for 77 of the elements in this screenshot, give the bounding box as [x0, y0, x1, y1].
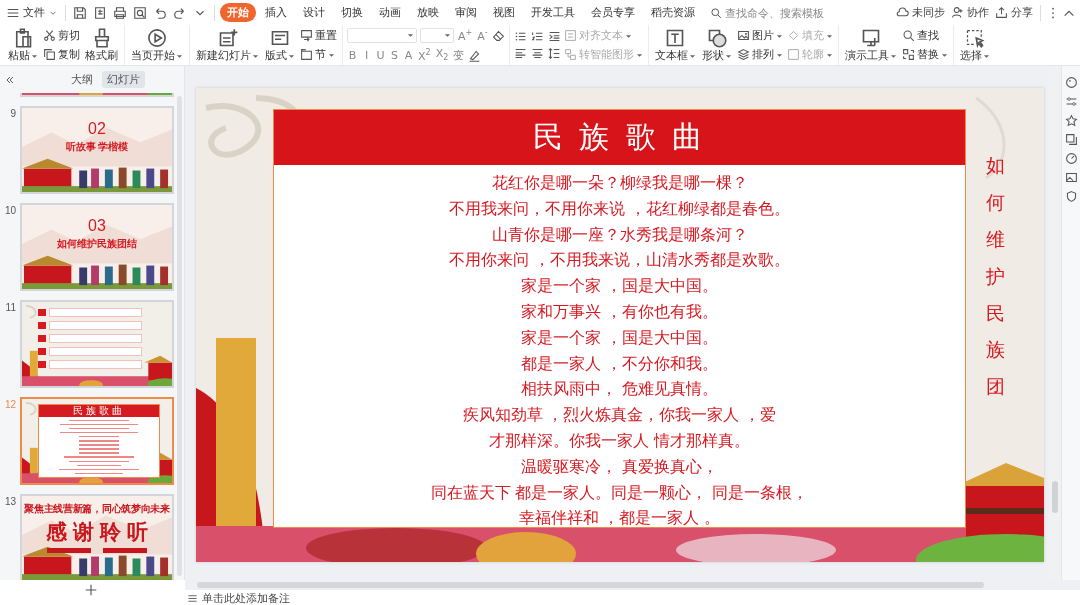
- file-menu[interactable]: 文件: [4, 3, 60, 22]
- ribbon-button[interactable]: 图片: [735, 27, 784, 44]
- ribbon-tab[interactable]: 切换: [334, 3, 370, 22]
- format-button[interactable]: U: [375, 47, 386, 63]
- slide-heading: 02: [88, 120, 106, 138]
- format-button[interactable]: B: [347, 47, 358, 63]
- account-action[interactable]: 协作: [949, 3, 991, 22]
- slide-number: 12: [3, 398, 16, 410]
- ribbon-tab[interactable]: 开发工具: [524, 3, 582, 22]
- lyric-line: 温暖驱寒冷， 真爱换真心，: [521, 456, 718, 477]
- vertical-caption: 如何维护民族团: [986, 156, 1005, 400]
- ribbon-button[interactable]: 替换: [900, 46, 949, 63]
- ribbon-button[interactable]: 新建幻灯片: [194, 26, 261, 64]
- ribbon-tab[interactable]: 放映: [410, 3, 446, 22]
- format-button[interactable]: X$_{2}$: [434, 47, 450, 63]
- panel-tab[interactable]: 幻灯片: [102, 71, 145, 88]
- ribbon-button[interactable]: 剪切: [42, 27, 81, 44]
- slide-heading: 感 谢 聆 听: [46, 519, 148, 545]
- ribbon-button[interactable]: 粘贴: [6, 26, 40, 64]
- slide-tagline: 聚焦主线营新篇，同心筑梦向未来: [24, 502, 170, 516]
- ribbon-tab[interactable]: 视图: [486, 3, 522, 22]
- ribbon-button[interactable]: 选择: [957, 26, 992, 64]
- format-button[interactable]: I: [361, 47, 372, 63]
- slide-number: 13: [3, 495, 16, 507]
- lyric-line: 不用我来问，不用你来说 ，花红柳绿都是春色。: [449, 198, 790, 219]
- ribbon-tab[interactable]: 会员专享: [584, 3, 642, 22]
- slide-title: 民 族 歌 曲: [274, 110, 965, 165]
- ribbon-button[interactable]: 复制: [42, 46, 81, 63]
- slide-subtitle: 如何维护民族团结: [57, 237, 137, 251]
- slide-subtitle: 听故事 学楷模: [65, 140, 129, 154]
- lyric-line: 家是一个家 ，国是大中国。: [521, 327, 718, 348]
- account-action[interactable]: 分享: [993, 3, 1035, 22]
- ribbon-button[interactable]: 当页开始: [129, 26, 185, 64]
- lyric-line: 同在蓝天下 都是一家人。同是一颗心， 同是一条根，: [431, 482, 808, 503]
- font-size-button[interactable]: A$^{+}$: [457, 27, 474, 43]
- slide-thumbnail[interactable]: 民族歌曲: [20, 397, 174, 485]
- lyric-line: 不用你来问 ，不用我来说，山清水秀都是欢歌。: [449, 250, 790, 271]
- lyric-line: 家和万事兴 ，有你也有我。: [521, 302, 718, 322]
- slide-thumbnail[interactable]: 03 如何维护民族团结: [20, 203, 174, 291]
- ribbon-button[interactable]: 查找: [900, 27, 949, 44]
- account-action[interactable]: 未同步: [894, 3, 947, 22]
- lyric-line: 山青你是哪一座？水秀我是哪条河？: [491, 224, 748, 245]
- format-button[interactable]: A: [403, 47, 414, 63]
- ribbon-button[interactable]: 节: [299, 46, 338, 63]
- ribbon-button[interactable]: 排列: [735, 46, 784, 63]
- slide-thumbnail[interactable]: 聚焦主线营新篇，同心筑梦向未来 感 谢 聆 听: [20, 494, 174, 580]
- lyric-line: 家是一个家 ，国是大中国。: [521, 276, 718, 297]
- slide-number: 11: [4, 301, 16, 313]
- ribbon-button[interactable]: 格式刷: [83, 26, 120, 64]
- ribbon-button[interactable]: 形状: [699, 26, 734, 64]
- font-size-button[interactable]: A$^{-}$: [476, 27, 489, 43]
- lyric-line: 花红你是哪一朵？柳绿我是哪一棵？: [491, 173, 748, 193]
- panel-tab[interactable]: 大纲: [66, 71, 98, 88]
- ribbon-tab[interactable]: 动画: [372, 3, 408, 22]
- lyric-line: 相扶风雨中， 危难见真情。: [521, 379, 718, 400]
- ribbon-tab[interactable]: 审阅: [448, 3, 484, 22]
- lyric-line: 疾风知劲草 ，烈火炼真金，你我一家人 ，爱: [463, 405, 776, 426]
- slide-thumbnail[interactable]: 02 听故事 学楷模: [20, 106, 174, 194]
- ribbon-tab[interactable]: 稻壳资源: [644, 3, 702, 22]
- slide-heading: 03: [88, 217, 106, 235]
- notes-field[interactable]: 单击此处添加备注: [202, 591, 302, 605]
- search-field[interactable]: 查找命令、搜索模板: [725, 6, 837, 19]
- slide-title: 民族歌曲: [39, 405, 159, 417]
- format-button[interactable]: X$^{2}$: [417, 47, 432, 63]
- lyric-line: 都是一家人 ，不分你和我。: [521, 353, 718, 374]
- format-button[interactable]: 变: [452, 47, 466, 63]
- lyric-line: 才那样深。你我一家人 情才那样真。: [489, 430, 750, 451]
- ribbon-tab[interactable]: 设计: [296, 3, 332, 22]
- format-button[interactable]: S: [389, 47, 400, 63]
- lyric-line: 幸福伴祥和 ，都是一家人 。: [519, 508, 720, 529]
- slide-number: 9: [9, 107, 16, 119]
- ribbon-button[interactable]: 版式: [263, 26, 297, 64]
- ribbon-tab[interactable]: 插入: [258, 3, 294, 22]
- ribbon-button[interactable]: 文本框: [652, 26, 698, 64]
- slide-number: 10: [3, 204, 16, 216]
- ribbon-button[interactable]: 演示工具: [842, 26, 899, 64]
- ribbon-button[interactable]: 重置: [299, 27, 338, 44]
